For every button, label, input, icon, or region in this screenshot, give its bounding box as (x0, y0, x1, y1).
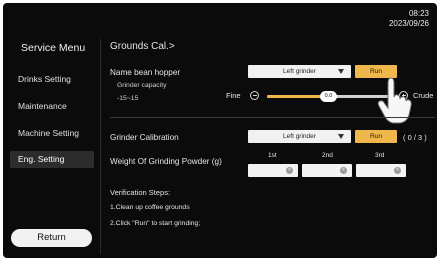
decrease-button[interactable] (250, 91, 259, 100)
calibration-run-button[interactable]: Run (355, 130, 397, 143)
capacity-slider-knob[interactable]: 0.0 (320, 91, 337, 102)
page-title: Grounds Cal.> (110, 41, 175, 52)
verification-title: Verification Steps: (110, 188, 171, 197)
fine-label: Fine (226, 91, 241, 100)
weight-input-2nd[interactable]: × (302, 164, 352, 177)
verification-step-2: 2.Click "Run" to start grinding; (110, 220, 201, 227)
hopper-label: Name bean hopper (110, 68, 181, 77)
hopper-select[interactable]: Left grinder (248, 65, 351, 78)
sidebar-item-eng-setting[interactable]: Eng. Setting (10, 151, 94, 168)
chevron-down-icon (338, 69, 344, 74)
calibration-progress: ( 0 / 3 ) (403, 133, 427, 142)
weight-col-2nd: 2nd (322, 152, 333, 159)
calibration-select[interactable]: Left grinder (248, 130, 351, 143)
hopper-select-value: Left grinder (283, 68, 316, 75)
sidebar-item-maintenance[interactable]: Maintenance (10, 98, 94, 115)
section-divider (110, 117, 435, 118)
sidebar: Service Menu Drinks Setting Maintenance … (3, 3, 99, 258)
minus-icon (252, 95, 257, 96)
device-screen: 08:23 2023/09/26 Service Menu Drinks Set… (3, 3, 437, 258)
verification-step-1: 1.Clean up coffee grounds (110, 204, 190, 211)
calibration-select-value: Left grinder (283, 133, 316, 140)
return-button[interactable]: Return (11, 229, 92, 247)
clear-icon[interactable]: × (394, 167, 401, 174)
capacity-label: Grinder capacity (117, 82, 167, 89)
capacity-range: -15~15 (117, 95, 139, 102)
weight-col-3rd: 3rd (375, 152, 385, 159)
weight-input-3rd[interactable]: × (356, 164, 406, 177)
clear-icon[interactable]: × (286, 167, 293, 174)
chevron-down-icon (338, 134, 344, 139)
crude-label: Crude (413, 91, 434, 100)
weight-col-1st: 1st (268, 152, 277, 159)
main-panel: Grounds Cal.> Name bean hopper Left grin… (101, 3, 437, 258)
weight-input-1st[interactable]: × (248, 164, 298, 177)
clear-icon[interactable]: × (340, 167, 347, 174)
weight-label: Weight Of Grinding Powder (g) (110, 157, 222, 166)
calibration-label: Grinder Calibration (110, 133, 179, 142)
sidebar-title: Service Menu (21, 42, 86, 54)
sidebar-item-machine-setting[interactable]: Machine Setting (10, 125, 94, 142)
capacity-slider-fill (267, 95, 325, 98)
sidebar-item-drinks-setting[interactable]: Drinks Setting (10, 71, 94, 88)
hand-pointer-icon (377, 77, 412, 124)
